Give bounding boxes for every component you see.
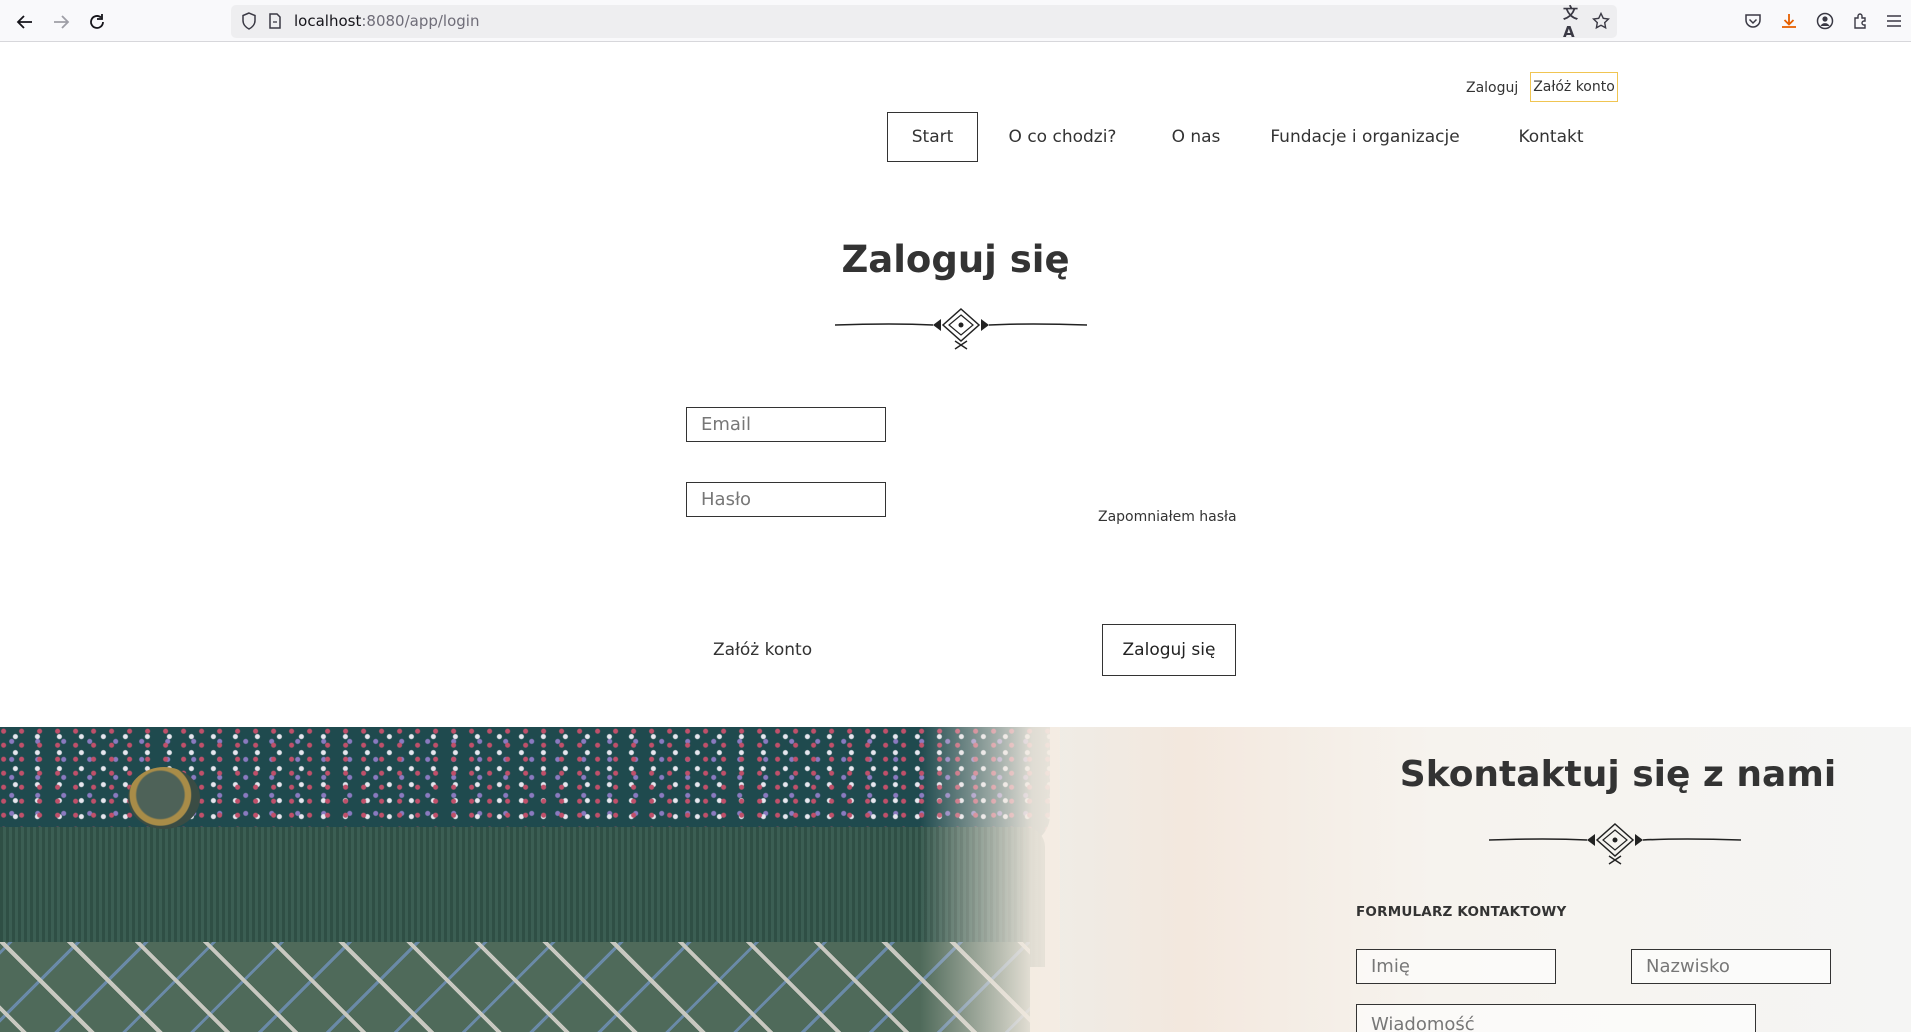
- menu-item-start[interactable]: Start: [887, 112, 978, 162]
- first-name-placeholder: Imię: [1371, 956, 1410, 977]
- menu-item-label: O nas: [1171, 127, 1221, 147]
- shield-icon[interactable]: [239, 11, 259, 31]
- page-icon[interactable]: [265, 11, 285, 31]
- header-signup-label: Załóż konto: [1533, 79, 1615, 95]
- menu-item-kontakt[interactable]: Kontakt: [1510, 112, 1592, 162]
- menu-item-label: O co chodzi?: [1008, 127, 1117, 147]
- contact-title: Skontaktuj się z nami: [1399, 754, 1837, 795]
- signup-button[interactable]: Załóż konto: [713, 640, 812, 660]
- email-input[interactable]: Email: [686, 407, 886, 442]
- password-placeholder: Hasło: [701, 489, 752, 510]
- translate-icon[interactable]: 文A: [1563, 4, 1583, 41]
- last-name-placeholder: Nazwisko: [1646, 956, 1730, 977]
- forgot-password-link[interactable]: Zapomniałem hasła: [1098, 509, 1237, 525]
- login-submit-label: Zaloguj się: [1122, 640, 1216, 660]
- sweater-button: [128, 767, 200, 829]
- menu-item-label: Fundacje i organizacje: [1270, 127, 1460, 147]
- menu-item-fundacje[interactable]: Fundacje i organizacje: [1270, 112, 1459, 162]
- first-name-input[interactable]: Imię: [1356, 949, 1556, 984]
- forward-icon[interactable]: [48, 9, 74, 35]
- email-placeholder: Email: [701, 414, 751, 435]
- knit-pattern-fabric: [0, 942, 1030, 1032]
- menu-item-label: Kontakt: [1518, 127, 1584, 147]
- ornament-divider-icon: [834, 307, 1088, 350]
- contact-form-label: FORMULARZ KONTAKTOWY: [1356, 904, 1567, 920]
- header-signup-button[interactable]: Załóż konto: [1530, 72, 1618, 102]
- menu-item-label: Start: [911, 127, 954, 147]
- menu-icon[interactable]: [1883, 10, 1905, 32]
- header-login-link[interactable]: Zaloguj: [1466, 80, 1518, 96]
- login-title: Zaloguj się: [841, 238, 1070, 281]
- back-icon[interactable]: [12, 9, 38, 35]
- contact-section: Skontaktuj się z nami FORMULARZ KONTAKTO…: [0, 727, 1911, 1032]
- photo-fade: [920, 727, 1060, 1032]
- message-textarea[interactable]: Wiadomość: [1356, 1004, 1756, 1032]
- message-placeholder: Wiadomość: [1371, 1013, 1475, 1032]
- login-submit-button[interactable]: Zaloguj się: [1102, 624, 1236, 676]
- address-bar[interactable]: localhost:8080/app/login 文A: [231, 4, 1617, 41]
- menu-item-o-nas[interactable]: O nas: [1160, 112, 1232, 162]
- menu-item-o-co-chodzi[interactable]: O co chodzi?: [1005, 112, 1120, 162]
- star-icon[interactable]: [1591, 11, 1611, 31]
- browser-toolbar: localhost:8080/app/login 文A: [0, 0, 1911, 42]
- url-text[interactable]: localhost:8080/app/login: [294, 12, 479, 30]
- sweaters-photo: [0, 727, 1060, 1032]
- extensions-icon[interactable]: [1850, 10, 1872, 32]
- download-icon[interactable]: [1778, 10, 1800, 32]
- contact-ornament-icon: [1488, 822, 1742, 865]
- last-name-input[interactable]: Nazwisko: [1631, 949, 1831, 984]
- password-input[interactable]: Hasło: [686, 482, 886, 517]
- reload-icon[interactable]: [84, 9, 110, 35]
- pocket-icon[interactable]: [1742, 10, 1764, 32]
- account-icon[interactable]: [1814, 10, 1836, 32]
